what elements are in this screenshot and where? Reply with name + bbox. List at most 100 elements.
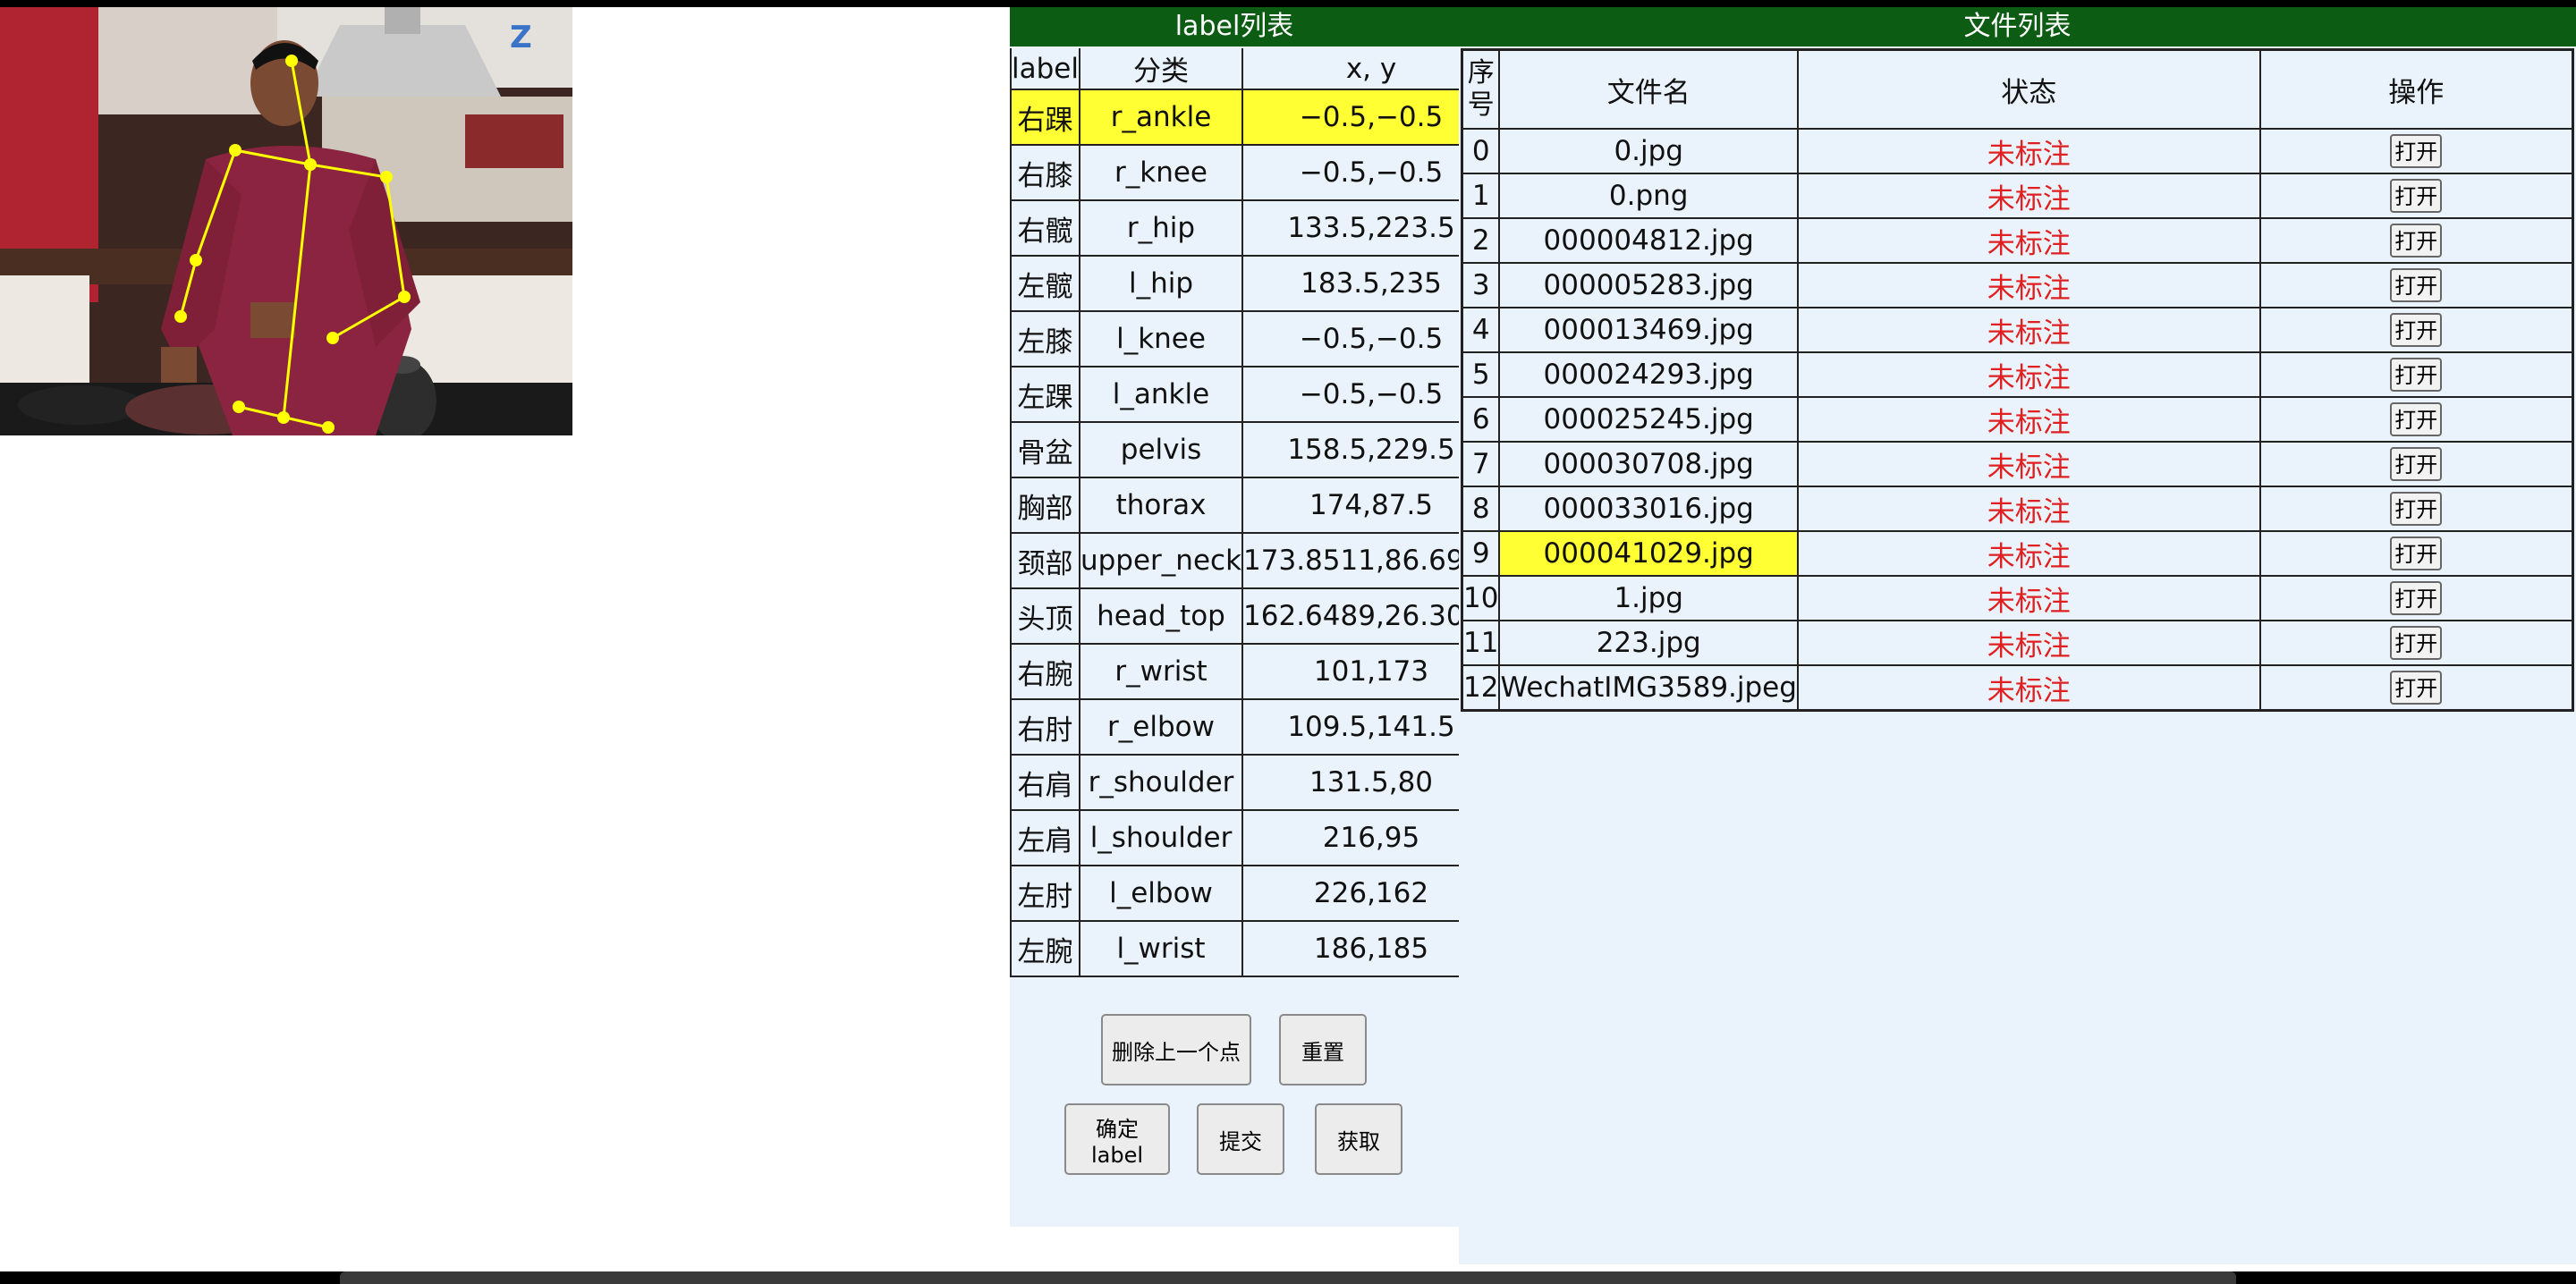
taskbar-strip <box>340 1271 2236 1284</box>
open-file-button[interactable]: 打开 <box>2390 358 2443 392</box>
category-cell: l_hip <box>1079 256 1244 312</box>
category-cell: l_ankle <box>1079 367 1244 423</box>
file-name-cell: 1.jpg <box>1498 575 1799 621</box>
file-index-cell: 10 <box>1461 575 1501 621</box>
file-action-cell: 打开 <box>2258 262 2574 308</box>
label-cell: 左髋 <box>1010 256 1080 312</box>
file-row: 3 000005283.jpg 未标注 打开 <box>1461 262 2574 308</box>
file-name-cell: 000005283.jpg <box>1498 262 1799 308</box>
open-file-button[interactable]: 打开 <box>2390 134 2443 168</box>
file-table-header: 序号 文件名 状态 操作 <box>1461 48 2574 130</box>
label-row[interactable]: 左踝 l_ankle −0.5,−0.5 <box>1010 367 1501 423</box>
label-cell: 头顶 <box>1010 588 1080 645</box>
label-row[interactable]: 左膝 l_knee −0.5,−0.5 <box>1010 311 1501 367</box>
label-row[interactable]: 左腕 l_wrist 186,185 <box>1010 921 1501 977</box>
pose-image[interactable]: Z <box>0 7 572 435</box>
open-file-button[interactable]: 打开 <box>2390 626 2443 660</box>
file-panel-title: 文件列表 <box>1459 7 2576 46</box>
label-cell: 右踝 <box>1010 89 1080 146</box>
file-name-cell: 000013469.jpg <box>1498 307 1799 353</box>
category-cell: l_shoulder <box>1079 810 1244 866</box>
file-name-cell: 000024293.jpg <box>1498 351 1799 398</box>
file-name-cell: 0.jpg <box>1498 128 1799 174</box>
open-file-button[interactable]: 打开 <box>2390 492 2443 526</box>
file-status-cell: 未标注 <box>1796 664 2261 712</box>
file-action-cell: 打开 <box>2258 664 2574 712</box>
file-row: 7 000030708.jpg 未标注 打开 <box>1461 441 2574 487</box>
label-row[interactable]: 右踝 r_ankle −0.5,−0.5 <box>1010 89 1501 146</box>
app-page: Z label列表 label 分类 x, y 右踝 r_ankle −0.5,… <box>0 7 2576 1271</box>
label-row[interactable]: 右肘 r_elbow 109.5,141.5 <box>1010 699 1501 756</box>
file-action-cell: 打开 <box>2258 128 2574 174</box>
label-row[interactable]: 头顶 head_top 162.6489,26.3029 <box>1010 588 1501 645</box>
label-cell: 左肘 <box>1010 866 1080 922</box>
file-row: 4 000013469.jpg 未标注 打开 <box>1461 307 2574 353</box>
category-cell: l_wrist <box>1079 921 1244 977</box>
label-row[interactable]: 右膝 r_knee −0.5,−0.5 <box>1010 145 1501 201</box>
label-cell: 左踝 <box>1010 367 1080 423</box>
category-col-header: 分类 <box>1079 48 1244 90</box>
file-status-cell: 未标注 <box>1796 620 2261 666</box>
label-cell: 颈部 <box>1010 533 1080 589</box>
file-index-cell: 0 <box>1461 128 1501 174</box>
open-file-button[interactable]: 打开 <box>2390 581 2443 615</box>
file-index-cell: 5 <box>1461 351 1501 398</box>
annotation-canvas[interactable]: Z <box>0 7 572 435</box>
file-action-cell: 打开 <box>2258 396 2574 443</box>
category-cell: r_wrist <box>1079 644 1244 700</box>
label-cell: 右髋 <box>1010 200 1080 257</box>
file-action-cell: 打开 <box>2258 173 2574 219</box>
file-status-cell: 未标注 <box>1796 441 2261 487</box>
file-action-cell: 打开 <box>2258 441 2574 487</box>
label-row[interactable]: 左髋 l_hip 183.5,235 <box>1010 256 1501 312</box>
label-cell: 骨盆 <box>1010 422 1080 478</box>
label-cell: 右肩 <box>1010 755 1080 811</box>
category-cell: r_elbow <box>1079 699 1244 756</box>
label-row[interactable]: 右肩 r_shoulder 131.5,80 <box>1010 755 1501 811</box>
file-status-cell: 未标注 <box>1796 173 2261 219</box>
label-row[interactable]: 骨盆 pelvis 158.5,229.5 <box>1010 422 1501 478</box>
open-file-button[interactable]: 打开 <box>2390 268 2443 302</box>
file-status-cell: 未标注 <box>1796 262 2261 308</box>
file-status-cell: 未标注 <box>1796 307 2261 353</box>
file-action-cell: 打开 <box>2258 620 2574 666</box>
file-row: 5 000024293.jpg 未标注 打开 <box>1461 351 2574 398</box>
label-table: label 分类 x, y 右踝 r_ankle −0.5,−0.5 右膝 r_knee… <box>1010 48 1501 977</box>
open-file-button[interactable]: 打开 <box>2390 313 2443 347</box>
file-name-cell: 000004812.jpg <box>1498 217 1799 264</box>
label-row[interactable]: 左肩 l_shoulder 216,95 <box>1010 810 1501 866</box>
confirm-label-button[interactable]: 确定label <box>1064 1103 1170 1175</box>
submit-button[interactable]: 提交 <box>1197 1103 1284 1175</box>
open-file-button[interactable]: 打开 <box>2390 224 2443 258</box>
file-index-cell: 1 <box>1461 173 1501 219</box>
label-row[interactable]: 胸部 thorax 174,87.5 <box>1010 477 1501 534</box>
open-file-button[interactable]: 打开 <box>2390 671 2443 705</box>
file-index-cell: 11 <box>1461 620 1501 666</box>
file-name-cell: 223.jpg <box>1498 620 1799 666</box>
category-cell: r_ankle <box>1079 89 1244 146</box>
file-index-cell: 2 <box>1461 217 1501 264</box>
file-row: 0 0.jpg 未标注 打开 <box>1461 128 2574 174</box>
label-row[interactable]: 右腕 r_wrist 101,173 <box>1010 644 1501 700</box>
category-cell: upper_neck <box>1079 533 1244 589</box>
label-row[interactable]: 颈部 upper_neck 173.8511,86.6971 <box>1010 533 1501 589</box>
file-action-cell: 打开 <box>2258 486 2574 532</box>
label-row[interactable]: 左肘 l_elbow 226,162 <box>1010 866 1501 922</box>
open-file-button[interactable]: 打开 <box>2390 402 2443 436</box>
open-file-button[interactable]: 打开 <box>2390 447 2443 481</box>
file-index-cell: 12 <box>1461 664 1501 712</box>
label-row[interactable]: 右髋 r_hip 133.5,223.5 <box>1010 200 1501 257</box>
label-panel-title: label列表 <box>1010 7 1459 46</box>
fetch-button[interactable]: 获取 <box>1315 1103 1402 1175</box>
label-table-header: label 分类 x, y <box>1010 48 1501 90</box>
file-status-cell: 未标注 <box>1796 486 2261 532</box>
reset-button[interactable]: 重置 <box>1279 1014 1367 1085</box>
category-cell: l_knee <box>1079 311 1244 367</box>
file-index-cell: 9 <box>1461 530 1501 577</box>
label-panel: label列表 label 分类 x, y 右踝 r_ankle −0.5,−0.5… <box>1010 7 1501 1227</box>
open-file-button[interactable]: 打开 <box>2390 536 2443 570</box>
label-cell: 左腕 <box>1010 921 1080 977</box>
open-file-button[interactable]: 打开 <box>2390 179 2443 213</box>
delete-last-point-button[interactable]: 删除上一个点 <box>1101 1014 1251 1085</box>
file-name-cell: 000033016.jpg <box>1498 486 1799 532</box>
